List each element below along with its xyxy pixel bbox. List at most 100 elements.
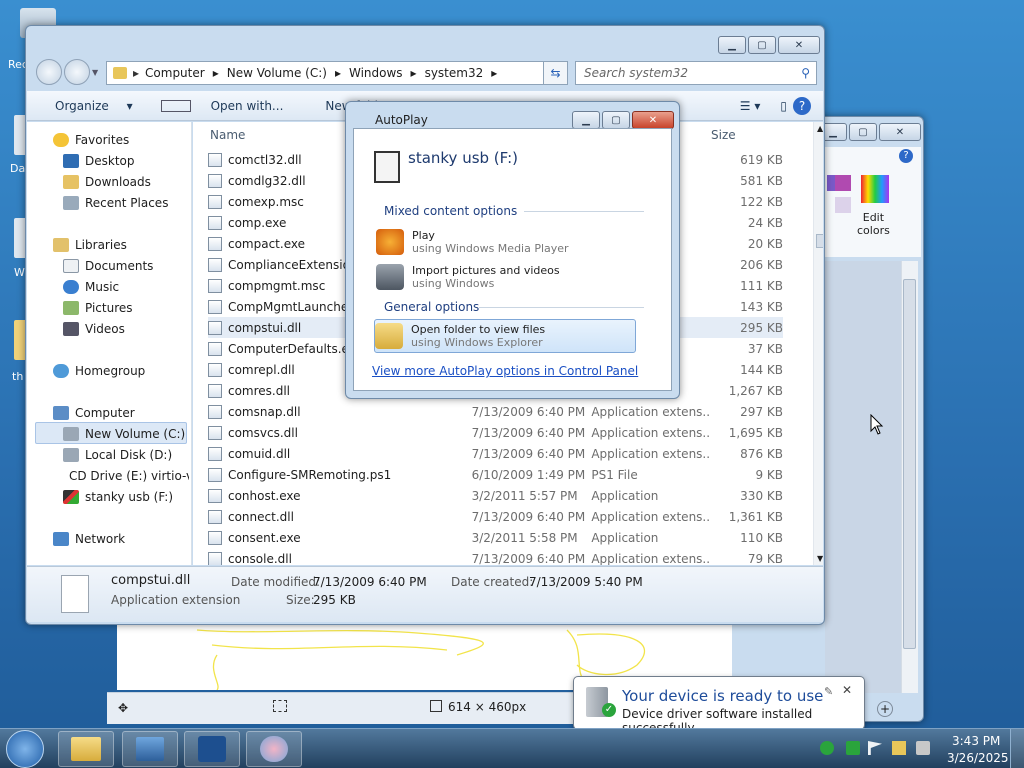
file-row[interactable]: comsnap.dll 7/13/2009 6:40 PM Application … [208, 401, 783, 422]
taskbar-explorer-button[interactable] [58, 731, 114, 767]
file-list-scrollbar[interactable]: ▲ ▼ [813, 122, 823, 565]
edit-colors-icon[interactable] [861, 175, 889, 203]
show-desktop-button[interactable] [1010, 729, 1024, 768]
maximize-button[interactable]: ▢ [748, 36, 776, 54]
refresh-button[interactable]: ⇆ [543, 61, 568, 85]
nav-music[interactable]: Music [63, 277, 119, 297]
taskbar-paint-button[interactable] [246, 731, 302, 767]
nav-network[interactable]: Network [53, 529, 125, 549]
minimize-button[interactable]: ▁ [572, 111, 600, 129]
help-icon[interactable]: ? [793, 96, 811, 115]
control-panel-link[interactable]: View more AutoPlay options in Control Pa… [372, 364, 638, 378]
back-button[interactable] [36, 59, 62, 85]
option-open-folder[interactable]: Open folder to view files using Windows E… [374, 319, 636, 353]
maximize-button[interactable]: ▢ [602, 111, 630, 129]
nav-usb[interactable]: stanky usb (F:) [63, 487, 173, 507]
nav-pictures[interactable]: Pictures [63, 298, 133, 318]
preview-pane-icon[interactable]: ▯ [774, 99, 793, 113]
file-row[interactable]: comsvcs.dll 7/13/2009 6:40 PM Application … [208, 422, 783, 443]
start-button[interactable] [6, 730, 44, 768]
paint-scroll-thumb[interactable] [903, 279, 916, 649]
help-icon[interactable]: ? [899, 149, 913, 163]
nav-documents[interactable]: Documents [63, 256, 153, 276]
file-size: 295 KB [740, 320, 783, 335]
nav-videos[interactable]: Videos [63, 319, 125, 339]
file-name: Configure-SMRemoting.ps1 [227, 467, 392, 482]
nav-local-disk[interactable]: Local Disk (D:) [63, 445, 172, 465]
nav-new-volume[interactable]: New Volume (C:) [63, 424, 185, 444]
scroll-thumb[interactable] [816, 234, 823, 248]
organize-button[interactable]: Organize ▾ [27, 99, 147, 113]
breadcrumb-separator-icon[interactable]: ▸ [491, 66, 497, 80]
breadcrumb-separator-icon[interactable]: ▸ [335, 66, 341, 80]
taskbar-powershell-button[interactable] [184, 731, 240, 767]
close-button[interactable]: ✕ [632, 111, 674, 129]
color-swatch[interactable] [835, 197, 851, 213]
file-size: 79 KB [747, 551, 783, 566]
search-input[interactable]: Search system32 ⚲ [575, 61, 817, 85]
star-icon [53, 133, 69, 147]
pin-icon[interactable]: ✎ [824, 685, 833, 698]
color-swatch[interactable] [835, 175, 851, 191]
nav-desktop[interactable]: Desktop [63, 151, 135, 171]
column-name[interactable]: Name [210, 128, 245, 142]
breadcrumb-system32[interactable]: system32 [425, 66, 484, 80]
taskbar-server-manager-button[interactable] [122, 731, 178, 767]
option-import[interactable]: Import pictures and videos using Windows [376, 260, 638, 294]
maximize-button[interactable]: ▢ [849, 123, 877, 141]
file-row[interactable]: consent.exe 3/2/2011 5:58 PM Application 11… [208, 527, 783, 548]
option-play[interactable]: Play using Windows Media Player [376, 225, 638, 259]
desktop-icon [63, 154, 79, 168]
close-button[interactable]: ✕ [778, 36, 820, 54]
clock-time[interactable]: 3:43 PM [952, 734, 1000, 748]
file-row[interactable]: console.dll 7/13/2009 6:40 PM Application … [208, 548, 783, 565]
canvas-dimensions: 614 × 460px [448, 700, 527, 714]
tray-flag-icon[interactable] [868, 741, 882, 755]
file-type: PS1 File [591, 467, 638, 482]
breadcrumb-separator-icon[interactable]: ▸ [213, 66, 219, 80]
file-row[interactable]: conhost.exe 3/2/2011 5:57 PM Application 33… [208, 485, 783, 506]
minimize-button[interactable]: ▁ [718, 36, 746, 54]
device-ready-notification[interactable]: ✓ Your device is ready to use Device dri… [573, 676, 865, 743]
file-row[interactable]: comuid.dll 7/13/2009 6:40 PM Application e… [208, 443, 783, 464]
breadcrumb-new-volume[interactable]: New Volume (C:) [227, 66, 327, 80]
nav-recent-places[interactable]: Recent Places [63, 193, 168, 213]
nav-libraries[interactable]: Libraries [53, 235, 127, 255]
nav-downloads[interactable]: Downloads [63, 172, 151, 192]
tray-volume-muted-icon[interactable] [916, 741, 930, 755]
forward-button[interactable] [64, 59, 90, 85]
tray-device-check-icon[interactable] [846, 741, 860, 755]
tray-network-icon[interactable] [892, 741, 906, 755]
file-date: 7/13/2009 6:40 PM [471, 446, 586, 461]
nav-cd-drive[interactable]: CD Drive (E:) virtio-v [63, 466, 189, 486]
file-size: 619 KB [740, 152, 783, 167]
file-size: 1,695 KB [728, 425, 783, 440]
open-with-button[interactable]: Open with... [147, 99, 312, 113]
edit-colors-label[interactable]: Edit colors [857, 211, 890, 237]
column-size[interactable]: Size [711, 128, 736, 142]
drive-icon [63, 448, 79, 462]
file-row[interactable]: connect.dll 7/13/2009 6:40 PM Application … [208, 506, 783, 527]
breadcrumb-separator-icon[interactable]: ▸ [411, 66, 417, 80]
breadcrumb-computer[interactable]: Computer [145, 66, 205, 80]
file-date: 6/10/2009 1:49 PM [471, 467, 586, 482]
scroll-down-arrow-icon[interactable]: ▼ [817, 554, 823, 563]
breadcrumb-windows[interactable]: Windows [349, 66, 403, 80]
nav-computer[interactable]: Computer [53, 403, 135, 423]
file-type: Application [591, 488, 659, 503]
file-name: comuid.dll [227, 446, 291, 461]
breadcrumb-separator-icon[interactable]: ▸ [133, 66, 139, 80]
view-options-icon[interactable]: ☰ ▾ [726, 99, 775, 113]
file-row[interactable]: Configure-SMRemoting.ps1 6/10/2009 1:49 P… [208, 464, 783, 485]
nav-homegroup[interactable]: Homegroup [53, 361, 145, 381]
notification-close-icon[interactable]: ✕ [842, 683, 852, 697]
address-bar[interactable]: ▸ Computer ▸ New Volume (C:) ▸ Windows ▸… [106, 61, 568, 85]
tray-shield-icon[interactable] [820, 741, 834, 755]
search-icon[interactable]: ⚲ [801, 66, 810, 80]
zoom-in-icon[interactable]: + [877, 701, 893, 717]
close-button[interactable]: ✕ [879, 123, 921, 141]
recent-pages-arrow-icon[interactable]: ▼ [92, 68, 98, 77]
clock-date[interactable]: 3/26/2025 [947, 751, 1009, 765]
nav-favorites[interactable]: Favorites [53, 130, 129, 150]
scroll-up-arrow-icon[interactable]: ▲ [817, 124, 823, 133]
